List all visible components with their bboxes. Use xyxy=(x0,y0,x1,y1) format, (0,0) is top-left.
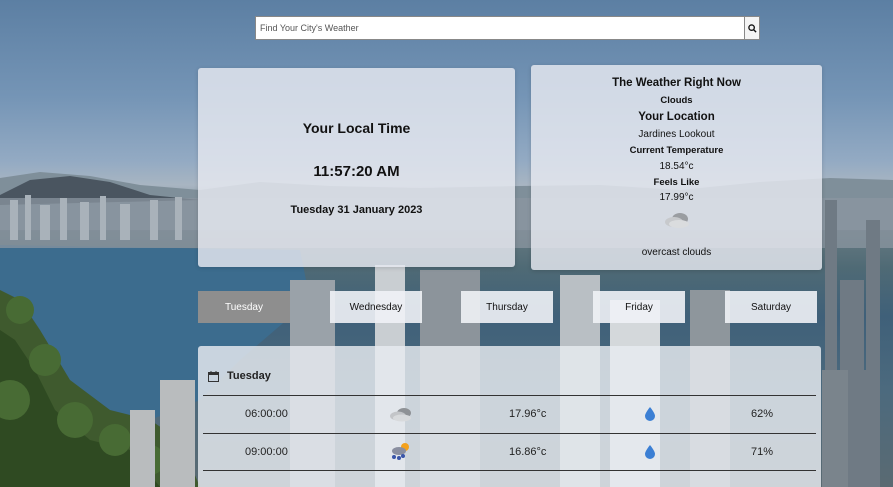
tab-thursday[interactable]: Thursday xyxy=(461,291,553,323)
day-tabs: Tuesday Wednesday Thursday Friday Saturd… xyxy=(198,291,818,323)
local-time-card: Your Local Time 11:57:20 AM Tuesday 31 J… xyxy=(198,68,515,267)
forecast-time: 09:00:00 xyxy=(245,446,288,458)
location-label: Your Location xyxy=(638,111,715,123)
search-button[interactable] xyxy=(744,16,760,40)
tab-saturday[interactable]: Saturday xyxy=(725,291,817,323)
weather-condition: Clouds xyxy=(660,95,693,106)
forecast-day-label: Tuesday xyxy=(227,370,271,382)
forecast-temperature: 17.96°c xyxy=(509,408,547,420)
forecast-header: Tuesday xyxy=(208,370,271,382)
water-drop-icon xyxy=(645,407,655,421)
forecast-temperature: 16.86°c xyxy=(509,446,547,458)
feels-like-label: Feels Like xyxy=(653,177,700,188)
forecast-humidity: 62% xyxy=(751,408,774,420)
row-divider xyxy=(203,470,816,471)
search-bar xyxy=(255,16,760,40)
local-time-clock: 11:57:20 AM xyxy=(313,163,400,180)
forecast-row: 09:00:00 16.86°c 71% xyxy=(203,433,816,472)
scattered-rain-icon xyxy=(392,443,409,460)
search-icon xyxy=(747,23,757,33)
calendar-icon xyxy=(208,370,219,382)
local-time-title: Your Local Time xyxy=(302,120,411,136)
tab-wednesday[interactable]: Wednesday xyxy=(330,291,422,323)
overcast-cloud-icon xyxy=(664,213,689,228)
feels-like-value: 17.99°c xyxy=(659,192,694,203)
overcast-cloud-icon xyxy=(390,408,411,422)
local-date: Tuesday 31 January 2023 xyxy=(290,204,423,216)
city-search-input[interactable] xyxy=(255,16,744,40)
tab-tuesday[interactable]: Tuesday xyxy=(198,291,290,323)
current-weather-title: The Weather Right Now xyxy=(612,77,741,89)
tab-friday[interactable]: Friday xyxy=(593,291,685,323)
forecast-time: 06:00:00 xyxy=(245,408,288,420)
current-temperature-label: Current Temperature xyxy=(629,145,724,156)
water-drop-icon xyxy=(645,445,655,459)
weather-description: overcast clouds xyxy=(641,247,712,258)
forecast-row: 06:00:00 17.96°c 62% xyxy=(203,395,816,434)
hourly-forecast-panel: Tuesday 06:00:00 17.96°c 62% 09:00:00 16… xyxy=(198,346,821,487)
location-name: Jardines Lookout xyxy=(638,129,715,140)
current-temperature: 18.54°c xyxy=(659,161,694,172)
forecast-humidity: 71% xyxy=(751,446,774,458)
current-weather-card: The Weather Right Now Clouds Your Locati… xyxy=(531,65,822,270)
